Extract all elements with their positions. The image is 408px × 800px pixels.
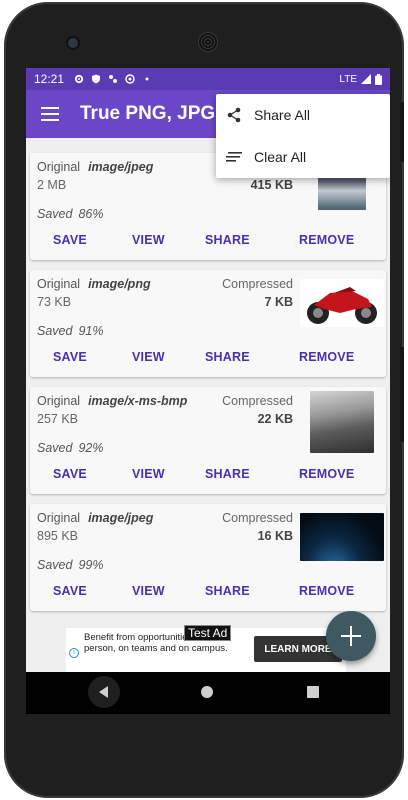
status-right: LTE bbox=[339, 73, 382, 85]
compressed-label: Compressed bbox=[222, 511, 293, 525]
add-image-button[interactable] bbox=[326, 611, 376, 661]
sync-icon bbox=[109, 75, 118, 83]
save-button[interactable]: SAVE bbox=[53, 584, 87, 598]
screen: 12:21 LTE True PNG, JPG, Original image/j… bbox=[26, 68, 390, 714]
mime-type: image/jpeg bbox=[88, 511, 154, 525]
notification-dot-icon bbox=[145, 77, 149, 81]
original-label: Original bbox=[37, 277, 81, 291]
motorbike-image bbox=[307, 287, 377, 324]
save-button[interactable]: SAVE bbox=[53, 233, 87, 247]
original-size: 895 KB bbox=[37, 529, 79, 543]
original-size: 257 KB bbox=[37, 412, 79, 426]
remove-button[interactable]: REMOVE bbox=[299, 350, 354, 364]
original-label-row: Original image/png bbox=[37, 277, 151, 291]
ad-info-icon[interactable]: i bbox=[69, 648, 79, 658]
saved-percent: 86% bbox=[78, 207, 104, 221]
app-title: True PNG, JPG, bbox=[80, 103, 221, 124]
view-button[interactable]: VIEW bbox=[132, 350, 165, 364]
save-button[interactable]: SAVE bbox=[53, 350, 87, 364]
sort-lines-icon bbox=[226, 149, 242, 165]
compressed-size: 415 KB bbox=[250, 178, 293, 192]
menu-item-clear-all[interactable]: Clear All bbox=[216, 136, 390, 178]
remove-button[interactable]: REMOVE bbox=[299, 467, 354, 481]
status-bar: 12:21 LTE bbox=[26, 68, 390, 90]
share-icon bbox=[226, 107, 242, 123]
compressed-size: 22 KB bbox=[257, 412, 293, 426]
recents-button[interactable] bbox=[307, 686, 319, 698]
image-list: Original image/jpeg 2 MB 415 KB Saved 86% … bbox=[26, 138, 390, 628]
view-button[interactable]: VIEW bbox=[132, 467, 165, 481]
original-label-row: Original image/jpeg bbox=[37, 511, 153, 525]
share-button[interactable]: SHARE bbox=[205, 233, 250, 247]
view-button[interactable]: VIEW bbox=[132, 584, 165, 598]
saved-row: Saved 99% bbox=[37, 558, 103, 572]
earpiece-speaker bbox=[198, 32, 218, 52]
saved-row: Saved 91% bbox=[37, 324, 103, 338]
navigation-bar bbox=[26, 672, 390, 714]
test-ad-tag: Test Ad bbox=[184, 625, 232, 641]
original-label-row: Original image/x-ms-bmp bbox=[37, 394, 187, 408]
ad-banner[interactable]: i Benefit from opportunities in person, … bbox=[66, 625, 346, 674]
compressed-size: 16 KB bbox=[257, 529, 293, 543]
original-label: Original bbox=[37, 511, 81, 525]
image-card: Original image/png 73 KB Compressed 7 KB … bbox=[30, 270, 386, 377]
saved-percent: 99% bbox=[78, 558, 104, 572]
menu-item-share-all[interactable]: Share All bbox=[216, 94, 390, 136]
original-size: 73 KB bbox=[37, 295, 72, 309]
saved-percent: 91% bbox=[78, 324, 104, 338]
image-card: Original image/x-ms-bmp 257 KB Compressed… bbox=[30, 387, 386, 494]
front-camera bbox=[68, 38, 78, 48]
power-button bbox=[400, 102, 404, 162]
menu-item-label: Share All bbox=[254, 107, 311, 123]
view-button[interactable]: VIEW bbox=[132, 233, 165, 247]
saved-label: Saved bbox=[37, 207, 73, 221]
hamburger-icon[interactable] bbox=[26, 90, 74, 138]
save-button[interactable]: SAVE bbox=[53, 467, 87, 481]
mime-type: image/png bbox=[88, 277, 151, 291]
share-button[interactable]: SHARE bbox=[205, 584, 250, 598]
home-button[interactable] bbox=[201, 686, 213, 698]
saved-percent: 92% bbox=[78, 441, 104, 455]
original-size: 2 MB bbox=[37, 178, 67, 192]
back-triangle-icon bbox=[99, 686, 108, 698]
saved-row: Saved 92% bbox=[37, 441, 103, 455]
image-thumbnail[interactable] bbox=[310, 391, 374, 453]
image-thumbnail[interactable] bbox=[300, 513, 384, 561]
mime-type: image/x-ms-bmp bbox=[88, 394, 188, 408]
mime-type: image/jpeg bbox=[88, 160, 154, 174]
original-label: Original bbox=[37, 160, 81, 174]
original-label-row: Original image/jpeg bbox=[37, 160, 153, 174]
volume-button bbox=[400, 347, 404, 442]
saved-row: Saved 86% bbox=[37, 207, 103, 221]
signal-icon bbox=[361, 74, 371, 84]
original-label: Original bbox=[37, 394, 81, 408]
remove-button[interactable]: REMOVE bbox=[299, 233, 354, 247]
back-button[interactable] bbox=[88, 676, 120, 708]
overflow-menu: Share All Clear All bbox=[216, 94, 390, 178]
compressed-size: 7 KB bbox=[264, 295, 293, 309]
status-time: 12:21 bbox=[34, 72, 65, 86]
image-thumbnail[interactable] bbox=[300, 279, 384, 327]
compressed-label: Compressed bbox=[222, 394, 293, 408]
share-button[interactable]: SHARE bbox=[205, 467, 250, 481]
saved-label: Saved bbox=[37, 558, 73, 572]
compressed-label: Compressed bbox=[222, 277, 293, 291]
data-saver-icon bbox=[125, 74, 135, 84]
network-label: LTE bbox=[339, 73, 357, 85]
saved-label: Saved bbox=[37, 441, 73, 455]
plus-icon bbox=[341, 626, 361, 646]
image-card: Original image/jpeg 895 KB Compressed 16 … bbox=[30, 504, 386, 611]
menu-item-label: Clear All bbox=[254, 149, 307, 165]
phone-frame: 12:21 LTE True PNG, JPG, Original image/j… bbox=[4, 2, 404, 798]
share-button[interactable]: SHARE bbox=[205, 350, 250, 364]
remove-button[interactable]: REMOVE bbox=[299, 584, 354, 598]
saved-label: Saved bbox=[37, 324, 73, 338]
settings-icon bbox=[74, 74, 84, 84]
battery-icon bbox=[375, 73, 382, 85]
shield-icon bbox=[92, 74, 101, 84]
